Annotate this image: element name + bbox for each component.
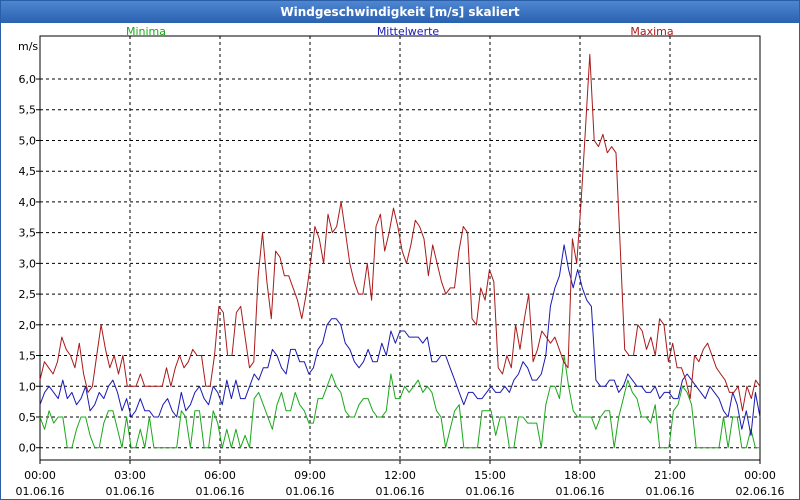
wind-speed-chart: 0,00,51,01,52,02,53,03,54,04,55,05,56,0 … — [16, 25, 785, 498]
y-tick-label: 2,0 — [19, 319, 37, 332]
y-axis-label: m/s — [18, 40, 38, 53]
y-axis-ticks: 0,0 0,5 1,0 1,5 2,0 2,5 3,0 3,5 4,0 4,5 5,0 5,5 6,0 — [19, 73, 40, 455]
y-tick-label: 3,0 — [19, 257, 37, 270]
y-tick-label: 4,0 — [19, 196, 37, 209]
x-tick-date: 01.06.16 — [286, 485, 335, 498]
series-lines — [39, 53, 761, 449]
x-tick-time: 15:00 — [474, 469, 506, 482]
x-tick-time: 12:00 — [384, 469, 416, 482]
x-tick-time: 03:00 — [114, 469, 146, 482]
y-tick-label: 6,0 — [19, 73, 37, 86]
x-tick-date: 01.06.16 — [196, 485, 245, 498]
y-tick-label: 1,5 — [19, 350, 37, 363]
legend-item-minima: Minima — [126, 25, 166, 38]
x-tick-time: 21:00 — [654, 469, 686, 482]
x-tick-date: 01.06.16 — [16, 485, 65, 498]
x-tick-date: 02.06.16 — [736, 485, 785, 498]
y-tick-label: 3,5 — [19, 227, 37, 240]
y-tick-label: 5,0 — [19, 134, 37, 147]
legend-item-maxima: Maxima — [630, 25, 673, 38]
x-tick-date: 01.06.16 — [376, 485, 425, 498]
grid-lines — [40, 36, 760, 460]
x-tick-date: 01.06.16 — [556, 485, 605, 498]
legend-item-mittelwerte: Mittelwerte — [377, 25, 440, 38]
x-tick-time: 18:00 — [564, 469, 596, 482]
x-tick-time: 09:00 — [294, 469, 326, 482]
x-tick-date: 01.06.16 — [106, 485, 155, 498]
x-tick-date: 01.06.16 — [466, 485, 515, 498]
x-axis-ticks: 00:00 01.06.16 03:00 01.06.16 06:00 01.06.16 0… — [16, 460, 785, 498]
y-tick-label: 2,5 — [19, 288, 37, 301]
x-tick-time: 00:00 — [24, 469, 56, 482]
x-tick-time: 00:00 — [744, 469, 776, 482]
y-tick-label: 1,0 — [19, 380, 37, 393]
x-tick-time: 06:00 — [204, 469, 236, 482]
y-tick-label: 0,0 — [19, 442, 37, 455]
y-tick-label: 0,5 — [19, 411, 37, 424]
x-tick-date: 01.06.16 — [646, 485, 695, 498]
y-tick-label: 4,5 — [19, 165, 37, 178]
y-tick-label: 5,5 — [19, 104, 37, 117]
